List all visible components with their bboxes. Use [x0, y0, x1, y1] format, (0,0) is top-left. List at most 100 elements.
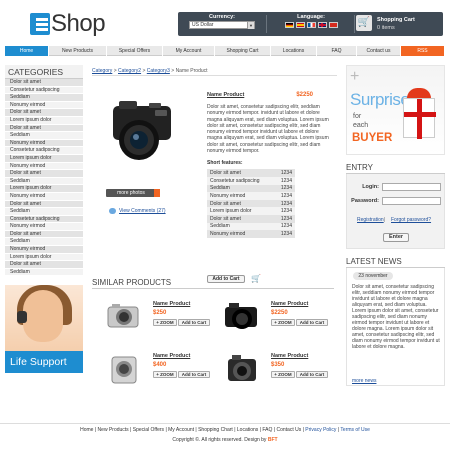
- category-item[interactable]: Nonumy eirmod: [5, 246, 83, 254]
- divider: [92, 288, 334, 289]
- zoom-button[interactable]: + ZOOM: [271, 371, 295, 378]
- category-item[interactable]: Nonumy eirmod: [5, 101, 83, 110]
- category-item[interactable]: Lorem ipsum dolor: [5, 253, 83, 262]
- category-item[interactable]: Nonumy eirmod: [5, 223, 83, 231]
- footer-link[interactable]: Terms of Use: [340, 427, 369, 433]
- life-support-banner[interactable]: Life Support: [5, 285, 83, 373]
- add-to-cart-button[interactable]: Add to Cart: [296, 319, 328, 326]
- footer-link[interactable]: Locations: [237, 427, 258, 433]
- add-to-cart-button[interactable]: Add to Cart: [178, 371, 210, 378]
- view-comments-link[interactable]: View Comments (27): [109, 208, 166, 214]
- view-comments-label: View Comments (27): [119, 208, 166, 214]
- category-item[interactable]: Seddiam: [5, 268, 83, 277]
- similar-product-name[interactable]: Name Product: [153, 353, 190, 359]
- category-item[interactable]: Seddiam: [5, 177, 83, 186]
- shopping-cart-widget[interactable]: 🛒 Shopping Cart 0 items: [356, 14, 438, 34]
- nav-locations[interactable]: Locations: [271, 46, 317, 56]
- nav-shopping-cart[interactable]: Shopping Cart: [215, 46, 271, 56]
- product-name[interactable]: Name Product: [207, 92, 335, 98]
- similar-product-price: $350: [271, 362, 285, 368]
- flag-fr-icon[interactable]: [306, 22, 316, 28]
- category-item[interactable]: Nonumy eirmod: [5, 162, 83, 171]
- category-item[interactable]: Dolor sit amet: [5, 200, 83, 209]
- feature-name: Seddiam: [207, 222, 274, 231]
- category-item[interactable]: Lorem ipsum dolor: [5, 185, 83, 193]
- category-item[interactable]: Consetetur sadipscing: [5, 147, 83, 155]
- category-item[interactable]: Dolor sit amet: [5, 230, 83, 239]
- cart-icon[interactable]: 🛒: [251, 274, 261, 283]
- footer-link[interactable]: My Account: [168, 427, 194, 433]
- more-photos-button[interactable]: more photos: [106, 189, 160, 197]
- nav-special-offers[interactable]: Special Offers: [107, 46, 163, 56]
- category-item[interactable]: Nonumy eirmod: [5, 139, 83, 148]
- similar-product-name[interactable]: Name Product: [271, 301, 308, 307]
- category-item[interactable]: Dolor sit amet: [5, 79, 83, 87]
- nav-contact-us[interactable]: Contact us: [357, 46, 401, 56]
- flag-es-icon[interactable]: [295, 22, 305, 28]
- category-item[interactable]: Dolor sit amet: [5, 109, 83, 117]
- category-item[interactable]: Seddiam: [5, 132, 83, 140]
- cart-label: Shopping Cart: [377, 17, 415, 23]
- category-item[interactable]: Seddiam: [5, 94, 83, 102]
- footer-link[interactable]: FAQ: [262, 427, 272, 433]
- more-news-link[interactable]: more news: [352, 378, 376, 384]
- enter-button[interactable]: Enter: [383, 233, 409, 242]
- breadcrumb-link[interactable]: Category3: [147, 68, 170, 74]
- zoom-button[interactable]: + ZOOM: [271, 319, 295, 326]
- forgot-password-link[interactable]: Forgot password?: [391, 217, 431, 223]
- category-item[interactable]: Consetetur sadipscing: [5, 86, 83, 95]
- product-camera-thumbnail[interactable]: [104, 351, 144, 387]
- password-input[interactable]: [382, 197, 441, 205]
- nav-rss[interactable]: RSS: [401, 46, 445, 56]
- footer-link[interactable]: Home: [80, 427, 93, 433]
- category-item[interactable]: Dolor sit amet: [5, 124, 83, 133]
- nav-home[interactable]: Home: [5, 46, 49, 56]
- flag-uk-icon[interactable]: [317, 22, 327, 28]
- designer-link[interactable]: BFT: [268, 437, 278, 443]
- category-item[interactable]: Dolor sit amet: [5, 261, 83, 269]
- left-sidebar: CATEGORIES Dolor sit amet Consetetur sadi…: [5, 65, 83, 277]
- zoom-button[interactable]: + ZOOM: [153, 371, 177, 378]
- nav-new-products[interactable]: New Products: [49, 46, 107, 56]
- category-item[interactable]: Consetetur sadipscing: [5, 215, 83, 224]
- surprise-banner[interactable]: + Surprise for each BUYER: [346, 65, 445, 155]
- flag-de-icon[interactable]: [284, 22, 294, 28]
- footer-link[interactable]: Special Offers: [133, 427, 164, 433]
- breadcrumb-link[interactable]: Category: [92, 68, 112, 74]
- breadcrumb: Category > Category2 > Category3 > Name …: [92, 66, 337, 76]
- category-item[interactable]: Nonumy eirmod: [5, 192, 83, 201]
- add-to-cart-button[interactable]: Add to Cart: [296, 371, 328, 378]
- footer-link[interactable]: Contact Us: [276, 427, 301, 433]
- product-camera-thumbnail[interactable]: [222, 299, 262, 335]
- footer-link[interactable]: Privacy Policy: [305, 427, 336, 433]
- similar-product-name[interactable]: Name Product: [271, 353, 308, 359]
- product-camera-thumbnail[interactable]: [104, 299, 144, 335]
- product-description: Dolor sit amet, consetetur sadipscing el…: [207, 104, 329, 155]
- nav-my-account[interactable]: My Account: [163, 46, 215, 56]
- product-camera-thumbnail[interactable]: [222, 351, 262, 387]
- category-list: Dolor sit amet Consetetur sadipscing Seddi…: [5, 79, 83, 277]
- zoom-button[interactable]: + ZOOM: [153, 319, 177, 326]
- login-input[interactable]: [382, 183, 441, 191]
- category-item[interactable]: Seddiam: [5, 208, 83, 216]
- footer-link[interactable]: New Products: [98, 427, 129, 433]
- category-item[interactable]: Lorem ipsum dolor: [5, 154, 83, 163]
- add-to-cart-button[interactable]: Add to Cart: [178, 319, 210, 326]
- feature-name: Nonumy eirmod: [207, 230, 274, 238]
- product-camera-image[interactable]: [107, 92, 179, 164]
- similar-product-name[interactable]: Name Product: [153, 301, 190, 307]
- logo[interactable]: Shop: [30, 10, 106, 38]
- feature-row: Nonumy eirmod 1234: [207, 230, 295, 238]
- nav-faq[interactable]: FAQ: [317, 46, 357, 56]
- category-item[interactable]: Seddiam: [5, 238, 83, 247]
- login-label: Login:: [362, 184, 379, 190]
- flag-ch-icon[interactable]: [328, 22, 338, 28]
- currency-select[interactable]: US Dollar ▼: [189, 21, 255, 29]
- footer-link[interactable]: Shopping Chart: [198, 427, 233, 433]
- category-item[interactable]: Dolor sit amet: [5, 170, 83, 178]
- feature-value: 1234: [273, 192, 295, 200]
- registration-link[interactable]: Registration: [357, 217, 384, 223]
- breadcrumb-link[interactable]: Category2: [118, 68, 141, 74]
- add-to-cart-button[interactable]: Add to Cart: [207, 275, 245, 283]
- category-item[interactable]: Lorem ipsum dolor: [5, 116, 83, 125]
